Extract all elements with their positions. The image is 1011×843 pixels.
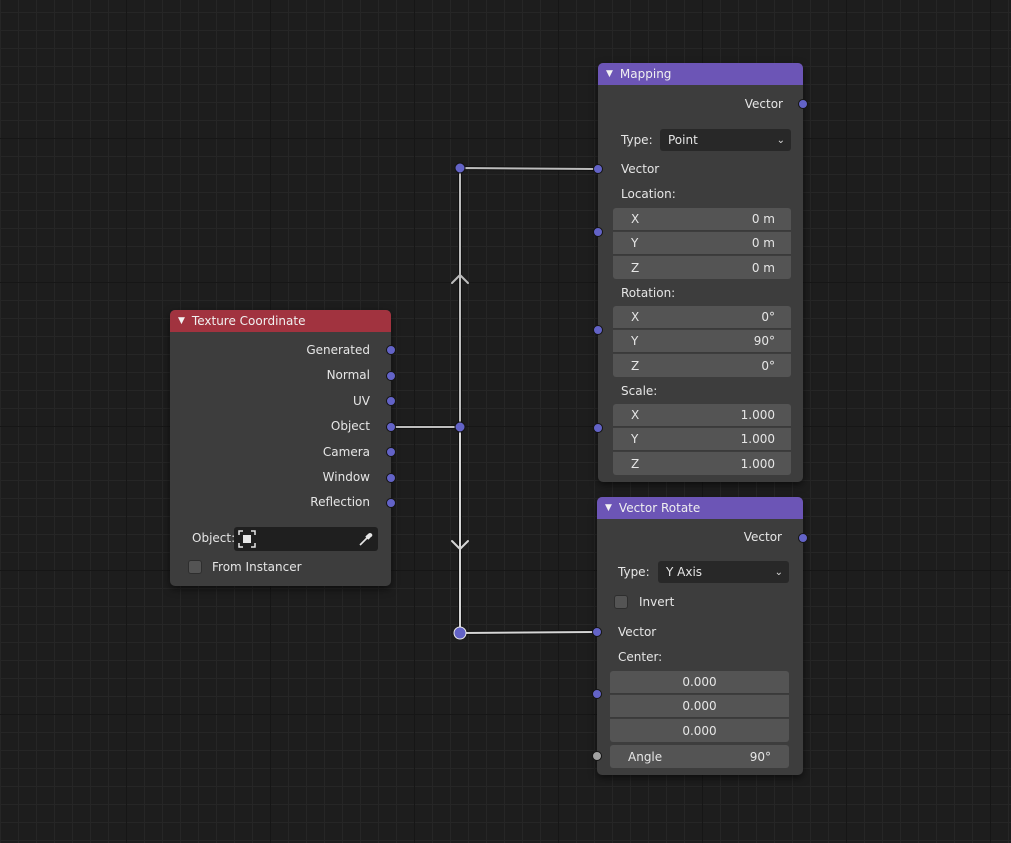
location-z-field[interactable]: Z0 m	[613, 256, 791, 279]
scale-y-field[interactable]: Y 1.000	[613, 428, 791, 451]
output-uv: UV	[353, 394, 370, 408]
link-object-to-vector-rotate[interactable]	[458, 425, 599, 635]
socket-reflection[interactable]	[386, 498, 396, 508]
eyedropper-icon[interactable]	[357, 530, 375, 548]
node-title: Texture Coordinate	[191, 314, 306, 328]
center-x-field[interactable]: 0.000	[610, 671, 789, 694]
mapping-header[interactable]: ▼ Mapping	[598, 63, 803, 85]
center-label: Center:	[618, 650, 663, 664]
socket-output-vector[interactable]	[798, 99, 808, 109]
location-label: Location:	[621, 187, 676, 201]
socket-output-vector[interactable]	[798, 533, 808, 543]
collapse-triangle-icon[interactable]: ▼	[605, 503, 612, 513]
location-x-field[interactable]: X0 m	[613, 208, 791, 231]
chevron-down-icon: ⌄	[774, 566, 783, 578]
input-vector-label: Vector	[621, 162, 660, 176]
socket-scale[interactable]	[593, 423, 603, 433]
output-object: Object	[330, 419, 370, 433]
rotation-z-field[interactable]: Z 0°	[613, 354, 791, 377]
socket-input-vector[interactable]	[593, 164, 603, 174]
scale-x-field[interactable]: X 1.000	[613, 404, 791, 427]
node-title: Mapping	[619, 67, 672, 81]
output-generated: Generated	[306, 343, 370, 357]
vector-rotate-node[interactable]: ▼ Vector Rotate Vector Type: Y Axis ⌄ In…	[592, 497, 808, 775]
output-normal: Normal	[326, 368, 370, 382]
invert-label: Invert	[639, 595, 675, 609]
type-label: Type:	[618, 565, 650, 579]
from-instancer-label: From Instancer	[212, 560, 302, 574]
chevron-down-icon: ⌄	[776, 134, 785, 146]
angle-field[interactable]: Angle 90°	[610, 745, 789, 768]
output-camera: Camera	[322, 445, 370, 459]
node-title: Vector Rotate	[618, 501, 701, 515]
socket-camera[interactable]	[386, 447, 396, 457]
socket-center[interactable]	[592, 689, 602, 699]
node-links	[388, 162, 600, 640]
object-label: Object:	[192, 531, 236, 545]
object-field[interactable]	[234, 527, 378, 551]
center-z-field[interactable]: 0.000	[610, 719, 789, 742]
object-icon	[238, 530, 256, 548]
reroute-bottom[interactable]	[453, 626, 467, 640]
texture-coordinate-node[interactable]: ▼ Texture Coordinate Generated Normal UV…	[170, 310, 396, 586]
collapse-triangle-icon[interactable]: ▼	[606, 69, 613, 79]
socket-uv[interactable]	[386, 396, 396, 406]
reroute-middle[interactable]	[454, 421, 466, 433]
rotation-y-field[interactable]: Y 90°	[613, 330, 791, 353]
link-object-to-mapping[interactable]	[388, 166, 600, 429]
vector-rotate-header[interactable]: ▼ Vector Rotate	[597, 497, 803, 519]
location-y-field[interactable]: Y0 m	[613, 232, 791, 255]
input-vector-label: Vector	[618, 625, 657, 639]
socket-window[interactable]	[386, 473, 396, 483]
socket-object[interactable]	[386, 422, 396, 432]
mapping-node[interactable]: ▼ Mapping Vector Type: Point ⌄ Vector Lo…	[593, 63, 808, 482]
texture-coordinate-header[interactable]: ▼ Texture Coordinate	[170, 310, 391, 332]
socket-location[interactable]	[593, 227, 603, 237]
output-window: Window	[322, 470, 370, 484]
output-reflection: Reflection	[310, 495, 370, 509]
socket-input-vector[interactable]	[592, 627, 602, 637]
type-dropdown[interactable]: Y Axis ⌄	[658, 561, 789, 583]
link-object-to-mapping-line	[389, 167, 599, 428]
type-dropdown[interactable]: Point ⌄	[660, 129, 791, 151]
socket-rotation[interactable]	[593, 325, 603, 335]
scale-label: Scale:	[621, 384, 658, 398]
scale-z-field[interactable]: Z 1.000	[613, 452, 791, 475]
collapse-triangle-icon[interactable]: ▼	[178, 316, 185, 326]
from-instancer-checkbox[interactable]	[188, 560, 202, 574]
socket-normal[interactable]	[386, 371, 396, 381]
socket-angle[interactable]	[592, 751, 602, 761]
output-vector: Vector	[744, 97, 783, 111]
invert-checkbox[interactable]	[614, 595, 628, 609]
link-object-to-vector-rotate-line	[459, 426, 598, 634]
center-y-field[interactable]: 0.000	[610, 695, 789, 718]
socket-generated[interactable]	[386, 345, 396, 355]
output-vector: Vector	[743, 530, 782, 544]
reroute-top[interactable]	[454, 162, 466, 174]
rotation-label: Rotation:	[621, 286, 676, 300]
rotation-x-field[interactable]: X 0°	[613, 306, 791, 329]
type-label: Type:	[621, 133, 653, 147]
